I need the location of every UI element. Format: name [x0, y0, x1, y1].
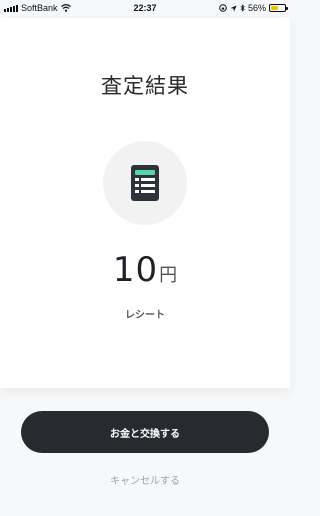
location-icon	[230, 4, 237, 12]
amount-unit: 円	[159, 265, 178, 286]
receipt-icon-badge	[103, 141, 187, 225]
receipt-icon	[131, 165, 159, 201]
page-title: 査定結果	[101, 74, 189, 98]
bluetooth-icon	[240, 4, 245, 12]
result-card: 査定結果 10円 レシート	[0, 18, 290, 388]
battery-icon	[269, 4, 288, 12]
status-bar: SoftBank 22:37 56%	[0, 0, 290, 18]
status-right: 56%	[219, 3, 288, 13]
item-name: レシート	[125, 310, 165, 321]
appraisal-amount: 10円	[0, 250, 290, 290]
cancel-button[interactable]: キャンセルする	[0, 472, 290, 487]
amount-value: 10	[112, 250, 159, 290]
exchange-money-button[interactable]: お金と交換する	[21, 411, 269, 453]
battery-percent: 56%	[247, 3, 266, 13]
orientation-lock-icon	[219, 4, 227, 12]
